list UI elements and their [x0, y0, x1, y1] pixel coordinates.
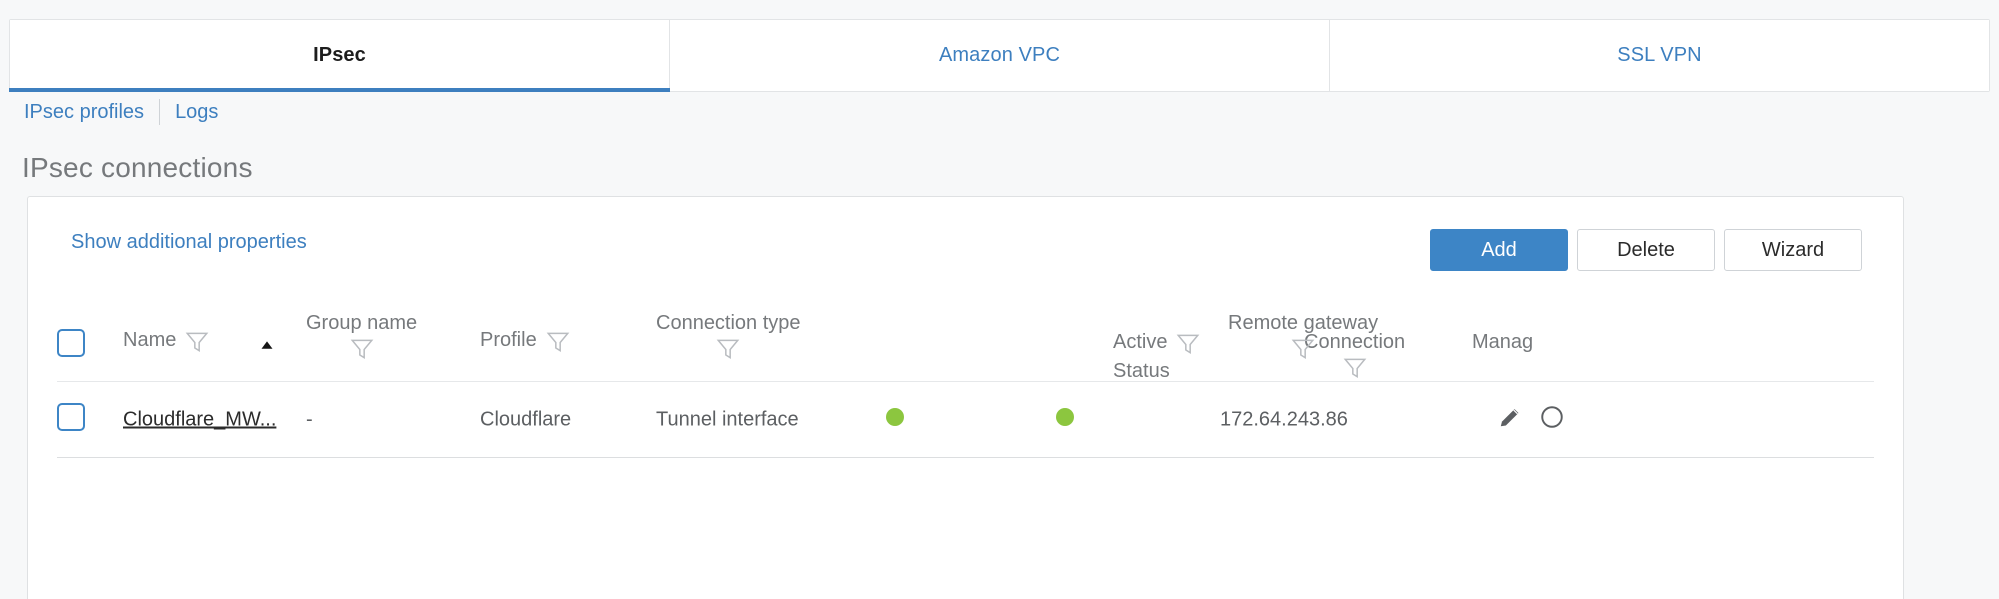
header-connection-type-label: Connection type — [656, 312, 801, 334]
cell-profile: Cloudflare — [480, 408, 572, 430]
sort-ascending-icon[interactable] — [256, 335, 278, 357]
page-title: IPsec connections — [22, 152, 253, 183]
filter-icon[interactable] — [715, 336, 741, 362]
filter-icon[interactable] — [545, 329, 571, 355]
show-additional-properties-link[interactable]: Show additional properties — [71, 231, 307, 254]
filter-icon[interactable] — [349, 336, 375, 362]
header-remote-gateway[interactable]: Remote gateway — [1200, 312, 1378, 362]
pencil-icon[interactable] — [1497, 404, 1523, 430]
cell-connection-status — [1056, 407, 1074, 432]
action-button-group: Add Delete Wizard — [1430, 229, 1862, 271]
cell-connection-type: Tunnel interface — [656, 408, 799, 430]
filter-icon[interactable] — [184, 329, 210, 355]
status-dot-connection — [1056, 407, 1074, 426]
cell-name[interactable]: Cloudflare_MW... — [123, 408, 276, 431]
ipsec-connections-card: Show additional properties Add Delete Wi… — [27, 196, 1904, 599]
header-profile[interactable]: Profile — [480, 329, 571, 355]
ipsec-connections-page: IPsec Amazon VPC SSL VPN IPsec profiles … — [0, 0, 1999, 599]
tab-ipsec[interactable]: IPsec — [9, 20, 670, 92]
circle-action-icon[interactable] — [1539, 404, 1565, 430]
link-ipsec-profiles[interactable]: IPsec profiles — [24, 98, 144, 126]
header-active[interactable]: Active — [1113, 331, 1201, 357]
tab-ssl-vpn[interactable]: SSL VPN — [1330, 20, 1989, 91]
header-manage[interactable]: Manag — [1472, 331, 1533, 354]
select-all-checkbox[interactable] — [57, 329, 85, 357]
header-manage-label: Manag — [1472, 331, 1534, 353]
tab-ssl-vpn-label: SSL VPN — [1617, 44, 1702, 66]
header-active-label: Active — [1113, 331, 1168, 353]
header-remote-gateway-label: Remote gateway — [1228, 312, 1379, 334]
cell-active-status — [886, 407, 904, 432]
card-toolbar: Show additional properties Add Delete Wi… — [28, 197, 1903, 275]
tab-amazon-vpc[interactable]: Amazon VPC — [670, 20, 1330, 91]
header-profile-label: Profile — [480, 329, 537, 351]
header-group-name[interactable]: Group name — [306, 312, 417, 362]
row-select-cell — [57, 402, 85, 437]
wizard-button[interactable]: Wizard — [1724, 229, 1862, 271]
tab-ipsec-label: IPsec — [313, 44, 366, 66]
primary-tabs: IPsec Amazon VPC SSL VPN — [9, 19, 1990, 92]
header-name-label: Name — [123, 329, 177, 351]
table-row[interactable]: Cloudflare_MW... - Cloudflare Tunnel int… — [57, 381, 1874, 458]
link-logs[interactable]: Logs — [175, 98, 218, 126]
table-header: Name Group name Profile Connection type … — [28, 275, 1903, 396]
secondary-links: IPsec profiles Logs — [24, 98, 218, 126]
header-name[interactable]: Name — [123, 329, 278, 357]
select-all-cell — [57, 329, 85, 363]
filter-icon[interactable] — [1290, 336, 1316, 362]
status-dot-active — [886, 407, 904, 426]
header-connection-type[interactable]: Connection type — [656, 312, 801, 362]
cell-manage-actions — [1497, 404, 1565, 436]
header-group-name-label: Group name — [306, 312, 418, 334]
card-clip: Show additional properties Add Delete Wi… — [28, 197, 1903, 599]
filter-icon[interactable] — [1175, 331, 1201, 357]
cell-remote-gateway: 172.64.243.86 — [1220, 408, 1348, 430]
cell-group-name: - — [306, 408, 313, 430]
add-button[interactable]: Add — [1430, 229, 1568, 271]
row-checkbox[interactable] — [57, 402, 85, 431]
delete-button[interactable]: Delete — [1577, 229, 1715, 271]
link-divider — [159, 99, 161, 125]
tab-amazon-vpc-label: Amazon VPC — [938, 44, 1061, 66]
